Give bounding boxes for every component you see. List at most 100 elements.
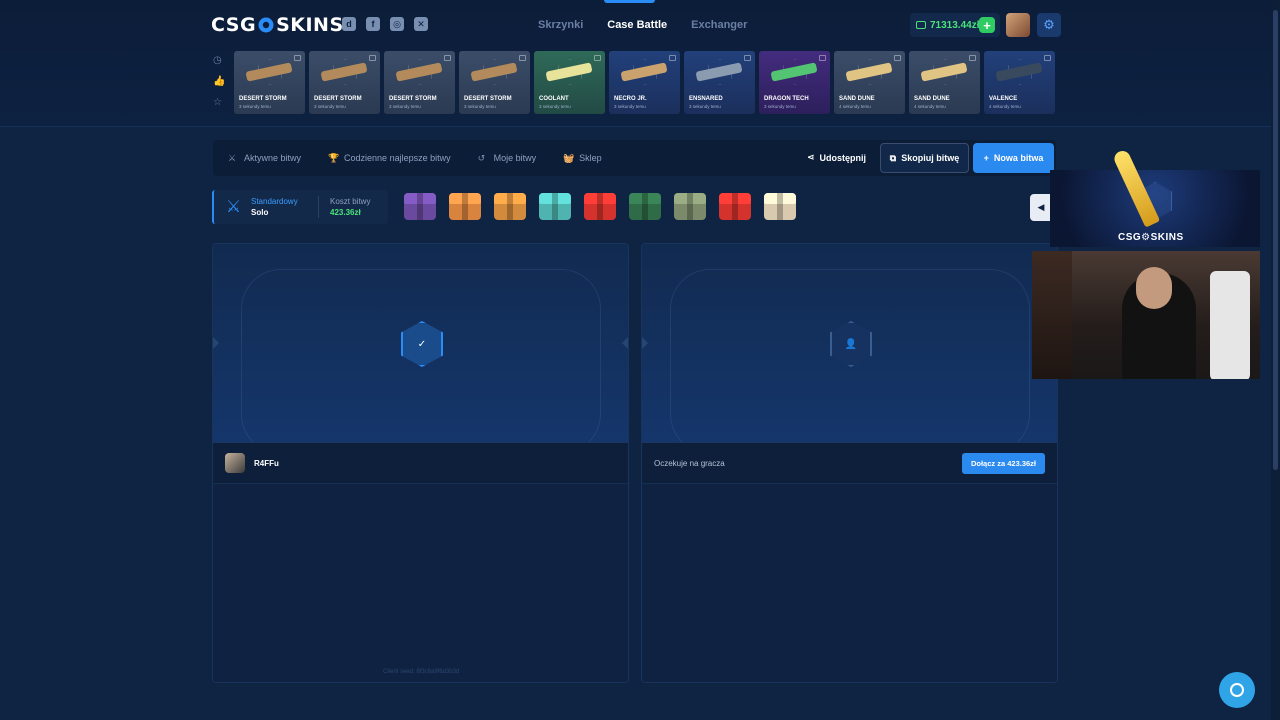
arrow-left-icon [622, 337, 628, 349]
clock-icon[interactable]: ◷ [213, 55, 224, 66]
x-icon[interactable]: ✕ [414, 17, 428, 31]
swords-icon: ⚔ [228, 153, 237, 163]
nav-item-exchanger[interactable]: Exchanger [691, 19, 747, 31]
case-band [507, 193, 513, 220]
battle-case[interactable] [719, 193, 751, 220]
page-scrollbar[interactable] [1271, 0, 1280, 720]
case-icon [444, 55, 451, 61]
gear-icon: ⚙ [1043, 17, 1055, 32]
drop-time: 4 sekundy temu [839, 104, 871, 109]
tab-aktywne-bitwy[interactable]: ⚔ Aktywne bitwy [228, 153, 301, 163]
live-drop-card[interactable]: ENSNARED 3 sekundy temu [684, 51, 755, 114]
live-drop-card[interactable]: SAND DUNE 4 sekundy temu [909, 51, 980, 114]
tab-label: Codzienne najlepsze bitwy [344, 153, 451, 163]
case-band [552, 193, 558, 220]
facebook-icon[interactable]: f [366, 17, 380, 31]
battle-case[interactable] [674, 193, 706, 220]
nav-item-skrzynki[interactable]: Skrzynki [538, 19, 583, 31]
new-label: Nowa bitwa [993, 153, 1044, 163]
client-seed: Client seed: 8f3c6a9f6d3b3d [383, 669, 460, 675]
cost-label: Koszt bitwy [330, 197, 371, 206]
battle-case[interactable] [404, 193, 436, 220]
logo-text-left: CSG [211, 14, 257, 36]
battle-case[interactable] [449, 193, 481, 220]
battle-case[interactable] [494, 193, 526, 220]
live-drop-card[interactable]: NECRO JR. 3 sekundy temu [609, 51, 680, 114]
drop-name: DRAGON TECH [764, 96, 809, 102]
discord-icon[interactable]: d [342, 17, 356, 31]
stream-logo-overlay: CSG⚙SKINS [1050, 170, 1260, 247]
thumb-up-icon[interactable]: 👍 [213, 76, 225, 87]
mode-label: Standardowy [251, 197, 298, 206]
logo-text-right: SKINS [276, 14, 344, 36]
battle-case[interactable] [584, 193, 616, 220]
mode-divider [318, 196, 319, 218]
player-avatar[interactable] [225, 453, 245, 473]
balance-display[interactable]: 71313.44zł + [910, 13, 1000, 37]
site-logo[interactable]: CSG SKINS [211, 13, 344, 37]
tab-codzienne-bitwy[interactable]: 🏆 Codzienne najlepsze bitwy [328, 153, 451, 163]
chat-button[interactable] [1219, 672, 1255, 708]
gear-logo-icon [258, 17, 274, 33]
battle-case[interactable] [629, 193, 661, 220]
player-arena: 👤 [642, 244, 1057, 454]
copy-battle-button[interactable]: ⧉ Skopiuj bitwę [880, 143, 969, 173]
case-band [417, 193, 423, 220]
player-name[interactable]: R4FFu [254, 459, 279, 468]
player-arena: ✓ [213, 244, 628, 454]
live-drop-card[interactable]: VALENCE 4 sekundy temu [984, 51, 1055, 114]
player-bar: R4FFu [213, 442, 628, 484]
live-drop-card[interactable]: COOLANT 3 sekundy temu [534, 51, 605, 114]
chevron-left-icon: ◀ [1037, 202, 1045, 212]
share-icon: ⋖ [807, 152, 815, 162]
instagram-icon[interactable]: ◎ [390, 17, 404, 31]
drop-time: 3 sekundy temu [539, 104, 571, 109]
live-drops: DESERT STORM 3 sekundy temu DESERT STORM 3 … [234, 51, 1055, 114]
arrow-right-icon [213, 337, 219, 349]
drop-time: 3 sekundy temu [689, 104, 721, 109]
waiting-text: Oczekuje na gracza [654, 459, 725, 468]
tab-sklep[interactable]: 🧺 Sklep [563, 153, 602, 163]
live-drop-card[interactable]: DESERT STORM 3 sekundy temu [234, 51, 305, 114]
drop-time: 3 sekundy temu [239, 104, 271, 109]
tab-label: Aktywne bitwy [244, 153, 302, 163]
case-icon [969, 55, 976, 61]
drop-time: 3 sekundy temu [464, 104, 496, 109]
tab-moje-bitwy[interactable]: ↺ Moje bitwy [478, 153, 537, 163]
drop-name: NECRO JR. [614, 96, 647, 102]
share-button[interactable]: ⋖ Udostępnij [807, 152, 866, 163]
copy-icon: ⧉ [889, 152, 897, 163]
live-drop-card[interactable]: DESERT STORM 3 sekundy temu [459, 51, 530, 114]
new-battle-button[interactable]: + Nowa bitwa [973, 143, 1054, 173]
player-drops-area [642, 485, 1057, 682]
live-drop-card[interactable]: SAND DUNE 4 sekundy temu [834, 51, 905, 114]
case-band [597, 193, 603, 220]
case-icon [669, 55, 676, 61]
battle-case[interactable] [764, 193, 796, 220]
settings-button[interactable]: ⚙ [1037, 13, 1061, 37]
case-icon [894, 55, 901, 61]
basket-icon: 🧺 [563, 153, 575, 163]
scrollbar-thumb[interactable] [1273, 10, 1278, 470]
live-drop-card[interactable]: DRAGON TECH 3 sekundy temu [759, 51, 830, 114]
tab-label: Moje bitwy [493, 153, 537, 163]
player-drops-area [213, 485, 628, 682]
user-avatar[interactable] [1006, 13, 1030, 37]
swords-icon: ⚔ [226, 197, 242, 216]
nav-item-case-battle[interactable]: Case Battle [607, 19, 667, 31]
copy-label: Skopiuj bitwę [901, 153, 960, 163]
battle-case[interactable] [539, 193, 571, 220]
nav-active-indicator [604, 0, 655, 3]
live-drop-card[interactable]: DESERT STORM 3 sekundy temu [384, 51, 455, 114]
join-battle-button[interactable]: Dołącz za 423.36zł [962, 453, 1045, 474]
case-band [732, 193, 738, 220]
deposit-button[interactable]: + [979, 17, 995, 33]
star-icon[interactable]: ☆ [213, 97, 224, 108]
stream-logo-text: CSG⚙SKINS [1118, 232, 1184, 243]
collapse-stream-button[interactable]: ◀ [1030, 194, 1052, 221]
case-icon [744, 55, 751, 61]
arrow-right-icon [642, 337, 648, 349]
live-drop-card[interactable]: DESERT STORM 3 sekundy temu [309, 51, 380, 114]
history-icon: ↺ [477, 153, 486, 163]
drop-time: 3 sekundy temu [314, 104, 346, 109]
